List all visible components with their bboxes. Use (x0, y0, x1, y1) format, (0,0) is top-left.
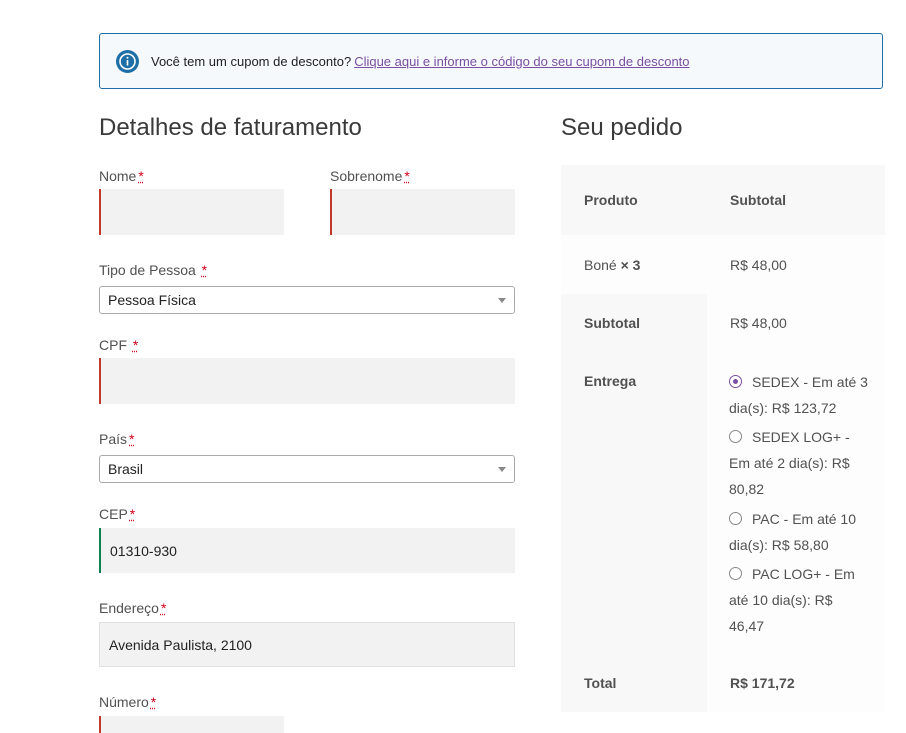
cpf-label-text: CPF (99, 337, 127, 353)
order-totals-label-column (561, 294, 707, 712)
address-label-text: Endereço (99, 600, 159, 616)
radio-icon[interactable] (729, 512, 742, 525)
person-type-label-text: Tipo de Pessoa (99, 262, 196, 278)
required-mark: * (129, 431, 135, 447)
address-label: Endereço * (99, 600, 166, 616)
country-label: País * (99, 431, 134, 447)
shipping-option-sedex-log[interactable]: SEDEX LOG+ - Em até 2 dia(s): R$ 80,82 (729, 424, 869, 502)
required-mark: * (201, 262, 208, 278)
order-item-name: Boné × 3 (584, 257, 640, 273)
shipping-option-pac[interactable]: PAC - Em até 10 dia(s): R$ 58,80 (729, 506, 869, 558)
first-name-label-text: Nome (99, 168, 137, 184)
cep-label: CEP * (99, 506, 135, 522)
person-type-select[interactable]: Pessoa Física (99, 286, 515, 314)
order-item-total: R$ 48,00 (730, 257, 787, 273)
shipping-option-label: SEDEX - Em até 3 dia(s): R$ 123,72 (729, 374, 868, 416)
required-mark: * (129, 506, 136, 522)
address-input[interactable]: Avenida Paulista, 2100 (99, 622, 515, 667)
order-review-table: Produto Subtotal Boné × 3 R$ 48,00 Subto… (561, 165, 885, 712)
shipping-option-label: SEDEX LOG+ - Em até 2 dia(s): R$ 80,82 (729, 429, 850, 497)
coupon-notice-text: Você tem um cupom de desconto? Clique aqu… (151, 54, 690, 69)
required-mark: * (132, 337, 139, 353)
last-name-label-text: Sobrenome (330, 168, 403, 184)
total-label: Total (584, 675, 617, 691)
total-value: R$ 171,72 (730, 675, 795, 691)
address-value: Avenida Paulista, 2100 (109, 636, 252, 653)
item-quantity: × 3 (620, 257, 641, 273)
shipping-option-label: PAC LOG+ - Em até 10 dia(s): R$ 46,47 (729, 566, 855, 634)
cpf-label: CPF * (99, 337, 138, 353)
last-name-input[interactable] (330, 189, 515, 235)
number-label: Número * (99, 694, 156, 710)
required-mark: * (150, 694, 157, 710)
item-name: Boné (584, 257, 617, 273)
order-title: Seu pedido (561, 114, 683, 141)
info-icon (116, 49, 139, 73)
number-label-text: Número (99, 694, 149, 710)
last-name-label: Sobrenome * (330, 168, 410, 184)
person-type-value: Pessoa Física (108, 292, 196, 308)
first-name-input[interactable] (99, 189, 284, 235)
shipping-label: Entrega (584, 373, 637, 389)
required-mark: * (404, 168, 410, 184)
subtotal-label: Subtotal (584, 315, 640, 331)
radio-icon[interactable] (729, 430, 742, 443)
shipping-option-pac-log[interactable]: PAC LOG+ - Em até 10 dia(s): R$ 46,47 (729, 561, 869, 639)
coupon-question: Você tem um cupom de desconto? (151, 53, 352, 69)
cep-input[interactable]: 01310-930 (99, 528, 515, 573)
billing-title: Detalhes de faturamento (99, 114, 362, 141)
cep-label-text: CEP (99, 506, 128, 522)
person-type-label: Tipo de Pessoa * (99, 262, 207, 278)
shipping-option-label: PAC - Em até 10 dia(s): R$ 58,80 (729, 511, 857, 553)
col-subtotal-header: Subtotal (730, 192, 786, 208)
first-name-label: Nome * (99, 168, 144, 184)
cep-value: 01310-930 (110, 542, 177, 559)
country-label-text: País (99, 431, 128, 447)
coupon-link[interactable]: Clique aqui e informe o código do seu cu… (354, 54, 689, 69)
cpf-input[interactable] (99, 358, 515, 404)
chevron-down-icon (498, 298, 506, 303)
required-mark: * (138, 168, 144, 184)
radio-selected-icon[interactable] (729, 375, 742, 388)
country-value: Brasil (108, 461, 144, 477)
radio-icon[interactable] (729, 567, 742, 580)
coupon-notice: Você tem um cupom de desconto? Clique aqu… (99, 33, 883, 89)
required-mark: * (160, 600, 167, 616)
col-product-header: Produto (584, 192, 638, 208)
chevron-down-icon (498, 467, 506, 472)
subtotal-value: R$ 48,00 (730, 315, 787, 331)
shipping-option-sedex[interactable]: SEDEX - Em até 3 dia(s): R$ 123,72 (729, 369, 869, 421)
country-select[interactable]: Brasil (99, 455, 515, 483)
number-input[interactable] (99, 716, 284, 733)
